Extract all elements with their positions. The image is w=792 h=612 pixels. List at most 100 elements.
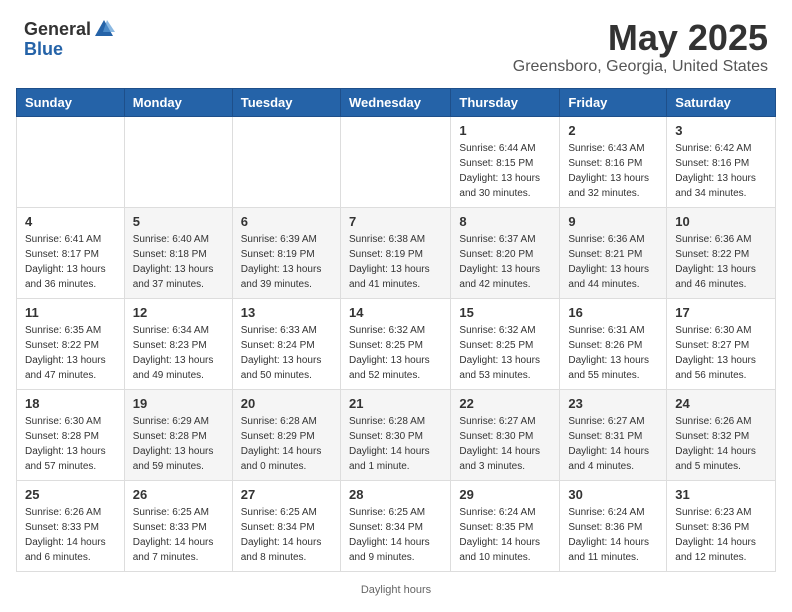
day-info: Sunrise: 6:41 AM Sunset: 8:17 PM Dayligh… [25,232,116,292]
day-info: Sunrise: 6:25 AM Sunset: 8:34 PM Dayligh… [241,505,332,565]
footer-note: Daylight hours [0,584,792,596]
day-info: Sunrise: 6:30 AM Sunset: 8:27 PM Dayligh… [675,323,767,383]
calendar-cell: 29 Sunrise: 6:24 AM Sunset: 8:35 PM Dayli… [451,480,560,571]
calendar-cell: 4 Sunrise: 6:41 AM Sunset: 8:17 PM Daylig… [17,207,125,298]
day-number: 4 [25,214,116,229]
calendar-cell: 21 Sunrise: 6:28 AM Sunset: 8:30 PM Dayli… [340,389,450,480]
day-number: 27 [241,487,332,502]
logo-icon [93,18,115,40]
day-number: 14 [349,305,442,320]
calendar-week-row: 18 Sunrise: 6:30 AM Sunset: 8:28 PM Dayli… [17,389,776,480]
day-number: 29 [459,487,551,502]
calendar-day-header: Wednesday [340,88,450,116]
day-number: 23 [568,396,658,411]
day-info: Sunrise: 6:36 AM Sunset: 8:21 PM Dayligh… [568,232,658,292]
calendar-cell: 9 Sunrise: 6:36 AM Sunset: 8:21 PM Daylig… [560,207,667,298]
day-number: 5 [133,214,224,229]
day-number: 22 [459,396,551,411]
calendar-day-header: Monday [124,88,232,116]
day-number: 15 [459,305,551,320]
day-number: 24 [675,396,767,411]
calendar-cell: 10 Sunrise: 6:36 AM Sunset: 8:22 PM Dayli… [667,207,776,298]
day-info: Sunrise: 6:27 AM Sunset: 8:31 PM Dayligh… [568,414,658,474]
day-info: Sunrise: 6:34 AM Sunset: 8:23 PM Dayligh… [133,323,224,383]
day-info: Sunrise: 6:30 AM Sunset: 8:28 PM Dayligh… [25,414,116,474]
title-block: May 2025 Greensboro, Georgia, United Sta… [513,18,768,76]
day-number: 11 [25,305,116,320]
logo-text-blue: Blue [24,39,63,59]
calendar-body: 1Sunrise: 6:44 AM Sunset: 8:15 PM Daylig… [17,116,776,571]
calendar-cell: 13 Sunrise: 6:33 AM Sunset: 8:24 PM Dayli… [232,298,340,389]
calendar-week-row: 25Sunrise: 6:26 AM Sunset: 8:33 PM Dayli… [17,480,776,571]
day-info: Sunrise: 6:32 AM Sunset: 8:25 PM Dayligh… [459,323,551,383]
calendar-cell: 23 Sunrise: 6:27 AM Sunset: 8:31 PM Dayli… [560,389,667,480]
day-number: 10 [675,214,767,229]
calendar-cell: 25Sunrise: 6:26 AM Sunset: 8:33 PM Dayli… [17,480,125,571]
day-number: 9 [568,214,658,229]
day-number: 21 [349,396,442,411]
calendar-cell: 15 Sunrise: 6:32 AM Sunset: 8:25 PM Dayli… [451,298,560,389]
day-info: Sunrise: 6:42 AM Sunset: 8:16 PM Dayligh… [675,141,767,201]
page-header: General Blue May 2025 Greensboro, Georgi… [0,0,792,84]
day-number: 26 [133,487,224,502]
day-info: Sunrise: 6:40 AM Sunset: 8:18 PM Dayligh… [133,232,224,292]
logo-text-general: General [24,20,91,38]
calendar-cell: 19Sunrise: 6:29 AM Sunset: 8:28 PM Dayli… [124,389,232,480]
day-info: Sunrise: 6:25 AM Sunset: 8:34 PM Dayligh… [349,505,442,565]
day-info: Sunrise: 6:26 AM Sunset: 8:33 PM Dayligh… [25,505,116,565]
calendar-cell: 27 Sunrise: 6:25 AM Sunset: 8:34 PM Dayli… [232,480,340,571]
day-number: 13 [241,305,332,320]
day-number: 2 [568,123,658,138]
day-number: 17 [675,305,767,320]
subtitle: Greensboro, Georgia, United States [513,58,768,76]
day-info: Sunrise: 6:26 AM Sunset: 8:32 PM Dayligh… [675,414,767,474]
day-number: 31 [675,487,767,502]
day-number: 20 [241,396,332,411]
calendar-cell: 31Sunrise: 6:23 AM Sunset: 8:36 PM Dayli… [667,480,776,571]
calendar-cell: 26Sunrise: 6:25 AM Sunset: 8:33 PM Dayli… [124,480,232,571]
day-number: 18 [25,396,116,411]
day-info: Sunrise: 6:33 AM Sunset: 8:24 PM Dayligh… [241,323,332,383]
calendar-cell: 18 Sunrise: 6:30 AM Sunset: 8:28 PM Dayli… [17,389,125,480]
day-info: Sunrise: 6:44 AM Sunset: 8:15 PM Dayligh… [459,141,551,201]
calendar-cell: 3 Sunrise: 6:42 AM Sunset: 8:16 PM Daylig… [667,116,776,207]
calendar-table: SundayMondayTuesdayWednesdayThursdayFrid… [16,88,776,572]
day-number: 6 [241,214,332,229]
calendar-cell: 17 Sunrise: 6:30 AM Sunset: 8:27 PM Dayli… [667,298,776,389]
day-info: Sunrise: 6:43 AM Sunset: 8:16 PM Dayligh… [568,141,658,201]
calendar-day-header: Saturday [667,88,776,116]
calendar-cell [232,116,340,207]
calendar-cell: 28Sunrise: 6:25 AM Sunset: 8:34 PM Dayli… [340,480,450,571]
calendar-cell: 11 Sunrise: 6:35 AM Sunset: 8:22 PM Dayli… [17,298,125,389]
day-number: 16 [568,305,658,320]
day-info: Sunrise: 6:38 AM Sunset: 8:19 PM Dayligh… [349,232,442,292]
calendar-week-row: 11 Sunrise: 6:35 AM Sunset: 8:22 PM Dayli… [17,298,776,389]
day-info: Sunrise: 6:32 AM Sunset: 8:25 PM Dayligh… [349,323,442,383]
day-info: Sunrise: 6:28 AM Sunset: 8:29 PM Dayligh… [241,414,332,474]
calendar-cell [124,116,232,207]
day-number: 3 [675,123,767,138]
calendar-header-row: SundayMondayTuesdayWednesdayThursdayFrid… [17,88,776,116]
calendar-cell: 5 Sunrise: 6:40 AM Sunset: 8:18 PM Daylig… [124,207,232,298]
calendar-week-row: 4 Sunrise: 6:41 AM Sunset: 8:17 PM Daylig… [17,207,776,298]
logo: General Blue [24,18,115,60]
calendar-cell: 2 Sunrise: 6:43 AM Sunset: 8:16 PM Daylig… [560,116,667,207]
day-info: Sunrise: 6:36 AM Sunset: 8:22 PM Dayligh… [675,232,767,292]
calendar-cell [340,116,450,207]
calendar-cell: 6Sunrise: 6:39 AM Sunset: 8:19 PM Daylig… [232,207,340,298]
day-info: Sunrise: 6:35 AM Sunset: 8:22 PM Dayligh… [25,323,116,383]
day-info: Sunrise: 6:37 AM Sunset: 8:20 PM Dayligh… [459,232,551,292]
day-info: Sunrise: 6:24 AM Sunset: 8:35 PM Dayligh… [459,505,551,565]
calendar-day-header: Tuesday [232,88,340,116]
day-info: Sunrise: 6:29 AM Sunset: 8:28 PM Dayligh… [133,414,224,474]
calendar-week-row: 1Sunrise: 6:44 AM Sunset: 8:15 PM Daylig… [17,116,776,207]
day-number: 7 [349,214,442,229]
calendar-cell: 30Sunrise: 6:24 AM Sunset: 8:36 PM Dayli… [560,480,667,571]
day-info: Sunrise: 6:27 AM Sunset: 8:30 PM Dayligh… [459,414,551,474]
day-info: Sunrise: 6:28 AM Sunset: 8:30 PM Dayligh… [349,414,442,474]
day-info: Sunrise: 6:31 AM Sunset: 8:26 PM Dayligh… [568,323,658,383]
calendar-cell: 22 Sunrise: 6:27 AM Sunset: 8:30 PM Dayli… [451,389,560,480]
day-number: 8 [459,214,551,229]
main-title: May 2025 [513,18,768,58]
calendar-cell: 8 Sunrise: 6:37 AM Sunset: 8:20 PM Daylig… [451,207,560,298]
